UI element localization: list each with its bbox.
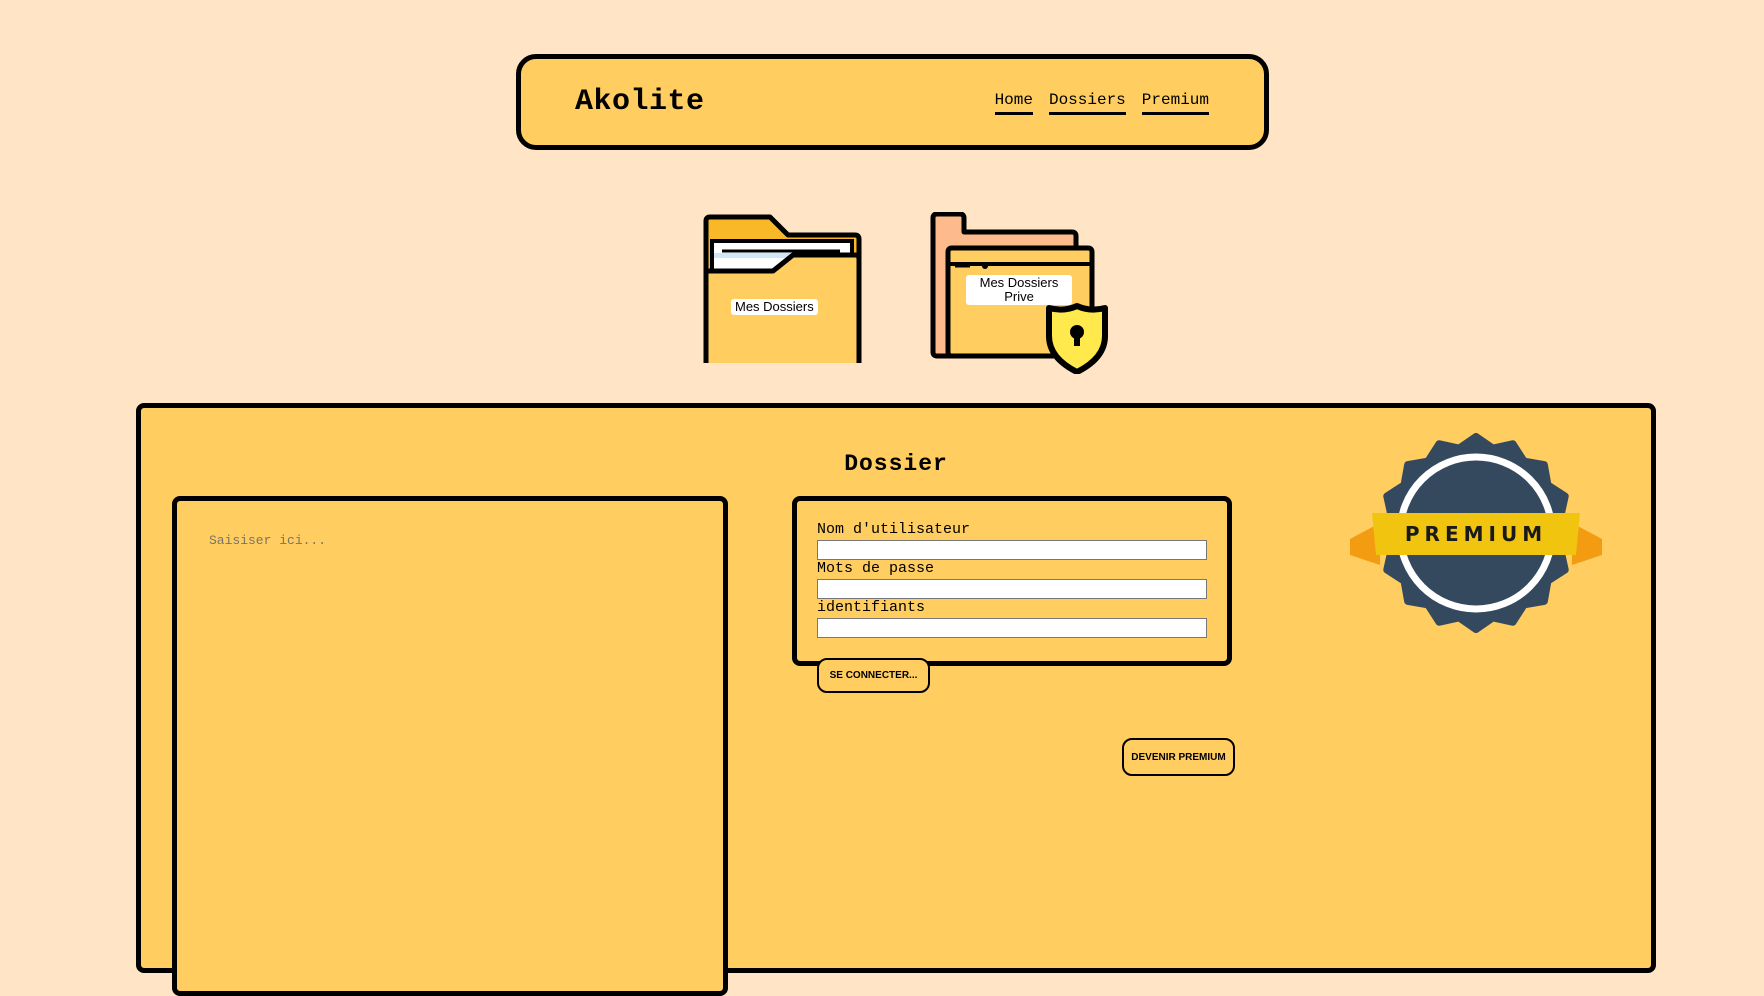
nav-link-premium[interactable]: Premium <box>1141 91 1209 115</box>
premium-badge: PREMIUM <box>1346 433 1606 638</box>
username-input[interactable] <box>817 540 1207 560</box>
password-label: Mots de passe <box>817 560 935 577</box>
private-folders-label: Mes Dossiers Prive <box>966 275 1072 305</box>
become-premium-button[interactable]: DEVENIR PREMIUM <box>1122 738 1235 776</box>
my-folders-tile[interactable]: Mes Dossiers <box>700 213 863 386</box>
main-nav: Home Dossiers Premium <box>994 91 1209 115</box>
folder-icon <box>703 214 862 386</box>
password-input[interactable] <box>817 579 1207 599</box>
id-input[interactable] <box>817 618 1207 638</box>
login-form: Nom d'utilisateur Mots de passe identifi… <box>792 496 1232 693</box>
id-label: identifiants <box>817 599 926 616</box>
notes-textarea[interactable] <box>172 496 728 996</box>
nav-link-dossiers[interactable]: Dossiers <box>1048 91 1126 115</box>
nav-link-home[interactable]: Home <box>994 91 1033 115</box>
site-header: Akolite Home Dossiers Premium <box>516 54 1269 150</box>
private-folders-tile[interactable]: Mes Dossiers Prive <box>930 211 1110 375</box>
premium-badge-text: PREMIUM <box>1404 522 1548 546</box>
site-logo[interactable]: Akolite <box>575 85 705 119</box>
dossier-panel: Dossier Nom d'utilisateur Mots de passe … <box>136 403 1656 996</box>
login-button[interactable]: SE CONNECTER... <box>817 658 930 693</box>
my-folders-label: Mes Dossiers <box>731 299 818 315</box>
username-label: Nom d'utilisateur <box>817 521 971 538</box>
